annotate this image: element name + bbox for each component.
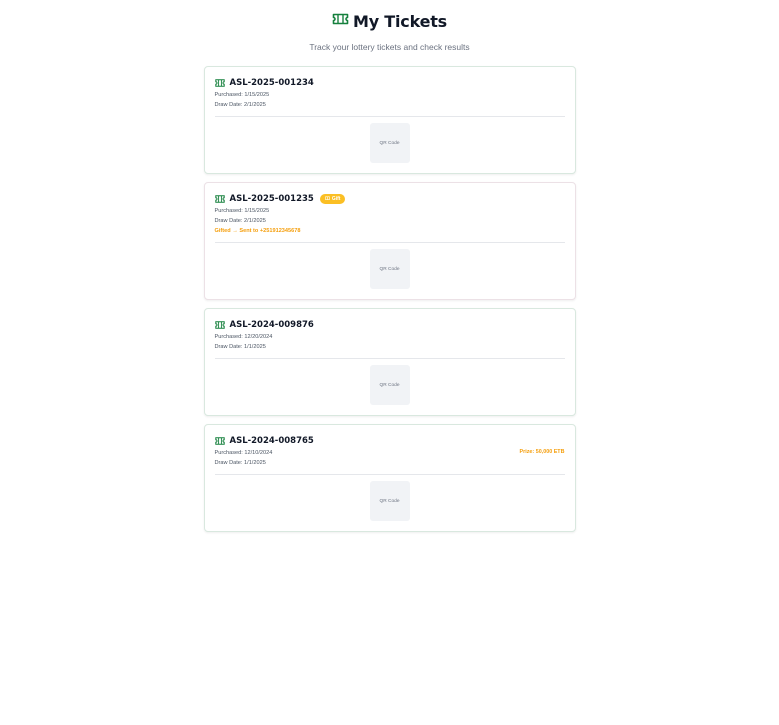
qr-wrap: QR Code	[215, 481, 565, 521]
purchased-date: Purchased: 12/10/2024	[214, 450, 273, 456]
ticket-meta: Purchased: 1/15/2025 Draw Date: 2/1/2025	[215, 90, 565, 110]
prize-amount: Prize: 50,000 ETB	[519, 449, 565, 455]
ticket-id: ASL-2025-001234	[229, 77, 314, 88]
divider	[214, 358, 565, 359]
draw-date: Draw Date: 2/1/2025	[214, 102, 266, 108]
draw-date: Draw Date: 2/1/2025	[214, 218, 266, 224]
qr-wrap: QR Code	[215, 123, 565, 163]
qr-wrap: QR Code	[215, 249, 565, 289]
qr-code[interactable]: QR Code	[369, 123, 410, 163]
ticket-icon	[214, 432, 225, 450]
gift-badge-label: Gift	[331, 195, 341, 202]
ticket-card[interactable]: ASL-2024-009876 Purchased: 12/20/2024 Dr…	[203, 308, 576, 416]
divider	[214, 116, 565, 117]
ticket-card[interactable]: ASL-2025-001235 Gift Purchased: 1/15/202…	[203, 182, 576, 300]
ticket-icon	[214, 316, 225, 334]
page-header: My Tickets Track your lottery tickets an…	[0, 0, 779, 53]
qr-code[interactable]: QR Code	[369, 249, 410, 289]
gift-note: Gifted → Sent to +251912345678	[214, 228, 301, 234]
ticket-icon	[332, 12, 349, 30]
gift-badge: Gift	[319, 193, 346, 204]
page-subtitle: Track your lottery tickets and check res…	[309, 42, 470, 52]
ticket-card-header: ASL-2025-001234	[214, 77, 565, 88]
ticket-icon	[214, 190, 225, 208]
ticket-list: ASL-2025-001234 Purchased: 1/15/2025 Dra…	[203, 66, 576, 532]
purchased-date: Purchased: 1/15/2025	[214, 208, 270, 214]
ticket-card[interactable]: ASL-2024-008765 Prize: 50,000 ETB Purcha…	[203, 424, 576, 532]
purchased-date: Purchased: 12/20/2024	[214, 334, 273, 340]
qr-code[interactable]: QR Code	[369, 365, 410, 405]
draw-date: Draw Date: 1/1/2025	[214, 344, 266, 350]
ticket-card-header: ASL-2024-008765	[214, 435, 565, 446]
ticket-icon	[214, 74, 225, 92]
ticket-id: ASL-2025-001235	[229, 193, 314, 204]
ticket-meta: Purchased: 12/20/2024 Draw Date: 1/1/202…	[215, 332, 565, 352]
ticket-card-header: ASL-2024-009876	[214, 319, 565, 330]
qr-wrap: QR Code	[215, 365, 565, 405]
divider	[214, 474, 565, 475]
ticket-card[interactable]: ASL-2025-001234 Purchased: 1/15/2025 Dra…	[203, 66, 576, 174]
divider	[214, 242, 565, 243]
qr-code[interactable]: QR Code	[369, 481, 410, 521]
purchased-date: Purchased: 1/15/2025	[214, 92, 270, 98]
ticket-meta: Purchased: 12/10/2024 Draw Date: 1/1/202…	[215, 448, 565, 468]
ticket-id: ASL-2024-009876	[229, 319, 314, 330]
ticket-id: ASL-2024-008765	[229, 435, 314, 446]
ticket-card-header: ASL-2025-001235 Gift	[214, 193, 565, 204]
draw-date: Draw Date: 1/1/2025	[214, 460, 266, 466]
title-row: My Tickets	[0, 11, 779, 31]
page-title: My Tickets	[352, 11, 448, 31]
ticket-meta: Purchased: 1/15/2025 Draw Date: 2/1/2025…	[215, 206, 565, 236]
gift-icon	[325, 195, 330, 202]
